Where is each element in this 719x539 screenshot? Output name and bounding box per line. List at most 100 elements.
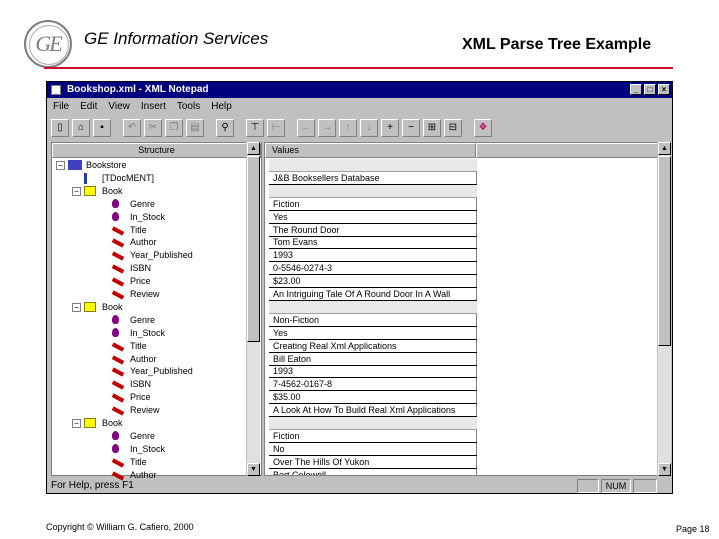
- tree-item[interactable]: Genre: [52, 198, 248, 211]
- menu-help[interactable]: Help: [211, 98, 232, 115]
- tree-item[interactable]: − Bookstore: [52, 159, 248, 172]
- tree-item[interactable]: − Book: [52, 301, 248, 314]
- tree-item[interactable]: Review: [52, 288, 248, 301]
- window-titlebar[interactable]: Bookshop.xml - XML Notepad _ □ ×: [47, 82, 672, 98]
- collapse-icon[interactable]: ⊟: [444, 119, 462, 137]
- values-pane[interactable]: Values J&B Booksellers Database Fiction Ye…: [264, 142, 659, 476]
- expander-icon[interactable]: −: [72, 419, 81, 428]
- element-icon: [111, 354, 125, 365]
- move-up-icon[interactable]: ↑: [339, 119, 357, 137]
- tree-item-label: Author: [130, 353, 157, 364]
- move-right-icon[interactable]: →: [318, 119, 336, 137]
- value-cell[interactable]: The Round Door: [269, 224, 477, 237]
- about-icon[interactable]: ❖: [474, 119, 492, 137]
- values-scrollbar[interactable]: ▲ ▼: [657, 142, 671, 476]
- tree-item-label: In_Stock: [130, 443, 166, 454]
- menu-edit[interactable]: Edit: [80, 98, 97, 115]
- tree-item[interactable]: ISBN: [52, 262, 248, 275]
- close-button[interactable]: ×: [658, 84, 670, 95]
- cut-icon[interactable]: ✂: [144, 119, 162, 137]
- tree-item[interactable]: Price: [52, 275, 248, 288]
- copy-icon[interactable]: ❐: [165, 119, 183, 137]
- structure-header[interactable]: Structure: [52, 143, 261, 158]
- minimize-button[interactable]: _: [630, 84, 642, 95]
- menu-file[interactable]: File: [53, 98, 69, 115]
- tree-item-label: Title: [130, 224, 147, 235]
- add-icon[interactable]: +: [381, 119, 399, 137]
- value-cell[interactable]: Tom Evans: [269, 236, 477, 250]
- scroll-thumb[interactable]: [247, 156, 260, 342]
- tree-item[interactable]: − Book: [52, 417, 248, 430]
- new-icon[interactable]: ▯: [51, 119, 69, 137]
- menu-insert[interactable]: Insert: [141, 98, 166, 115]
- tree-item[interactable]: Title: [52, 456, 248, 469]
- tree-item[interactable]: Year_Published: [52, 249, 248, 262]
- tree-item[interactable]: Author: [52, 236, 248, 249]
- expander-icon[interactable]: −: [72, 302, 81, 312]
- move-left-icon[interactable]: ←: [297, 119, 315, 137]
- tree-item[interactable]: Price: [52, 391, 248, 404]
- find-icon[interactable]: ⚲: [216, 119, 234, 137]
- tree-item[interactable]: Title: [52, 340, 248, 353]
- value-cell[interactable]: $23.00: [269, 275, 477, 289]
- tree-item[interactable]: ISBN: [52, 378, 248, 391]
- value-cell[interactable]: $35.00: [269, 391, 477, 405]
- value-cell[interactable]: Yes: [269, 211, 477, 224]
- expand-icon[interactable]: ⊞: [423, 119, 441, 137]
- value-cell[interactable]: Non-Fiction: [269, 314, 477, 327]
- tree-item[interactable]: [TDocMENT]: [52, 172, 248, 185]
- maximize-button[interactable]: □: [644, 84, 656, 95]
- value-cell[interactable]: 1993: [269, 249, 477, 263]
- tree-item[interactable]: Title: [52, 224, 248, 237]
- element-icon: [111, 393, 125, 403]
- tree-item[interactable]: In_Stock: [52, 211, 248, 224]
- tree-item-label: Title: [130, 340, 147, 351]
- tree-item-label: In_Stock: [130, 327, 166, 338]
- value-cell[interactable]: No: [269, 443, 477, 456]
- scroll-thumb[interactable]: [658, 156, 671, 346]
- ge-logo-text: GE: [35, 31, 62, 56]
- tree-item[interactable]: Author: [52, 353, 248, 366]
- structure-pane[interactable]: Structure − Bookstore [TDocMENT] − Book Genre…: [51, 142, 262, 481]
- app-icon: [51, 85, 61, 95]
- structure-scrollbar[interactable]: ▲ ▼: [246, 142, 260, 476]
- tree-item[interactable]: Year_Published: [52, 365, 248, 378]
- scroll-up-icon[interactable]: ▲: [658, 142, 671, 155]
- values-header[interactable]: Values: [265, 143, 476, 158]
- open-icon[interactable]: ⌂: [72, 119, 90, 137]
- tree-item[interactable]: In_Stock: [52, 327, 248, 340]
- value-cell[interactable]: Over The Hills Of Yukon: [269, 456, 477, 469]
- tree-item[interactable]: − Book: [52, 185, 248, 198]
- expander-icon[interactable]: −: [72, 186, 81, 196]
- insert-attribute-icon[interactable]: ⊢: [267, 119, 285, 137]
- value-cell[interactable]: 7-4562-0167-8: [269, 378, 477, 392]
- scroll-down-icon[interactable]: ▼: [658, 463, 671, 476]
- value-cell[interactable]: Yes: [269, 327, 477, 340]
- move-down-icon[interactable]: ↓: [360, 119, 378, 137]
- scroll-up-icon[interactable]: ▲: [247, 142, 260, 155]
- paste-icon[interactable]: ▤: [186, 119, 204, 137]
- menu-tools[interactable]: Tools: [177, 98, 200, 115]
- tree-item[interactable]: Genre: [52, 430, 248, 443]
- undo-icon[interactable]: ↶: [123, 119, 141, 137]
- value-cell[interactable]: A Look At How To Build Real Xml Applicat…: [269, 404, 477, 418]
- menu-view[interactable]: View: [108, 98, 130, 115]
- tree-item-label: Book: [102, 185, 123, 196]
- value-cell[interactable]: Fiction: [269, 430, 477, 443]
- value-cell[interactable]: Bert Colewell: [269, 469, 477, 475]
- value-cell[interactable]: 0-5546-0274-3: [269, 262, 477, 276]
- scroll-down-icon[interactable]: ▼: [247, 463, 260, 476]
- value-cell[interactable]: Fiction: [269, 198, 477, 211]
- remove-icon[interactable]: −: [402, 119, 420, 137]
- value-cell[interactable]: Creating Real Xml Applications: [269, 340, 477, 353]
- save-icon[interactable]: ▪: [93, 119, 111, 137]
- tree-item[interactable]: Genre: [52, 314, 248, 327]
- value-cell[interactable]: Bill Eaton: [269, 353, 477, 366]
- expander-icon[interactable]: −: [56, 161, 65, 170]
- tree-item[interactable]: Review: [52, 404, 248, 417]
- insert-element-icon[interactable]: ⊤: [246, 119, 264, 137]
- value-cell[interactable]: An Intriguing Tale Of A Round Door In A …: [269, 288, 477, 301]
- value-cell[interactable]: J&B Booksellers Database: [269, 172, 477, 185]
- value-cell[interactable]: 1993: [269, 365, 477, 379]
- tree-item[interactable]: In_Stock: [52, 443, 248, 456]
